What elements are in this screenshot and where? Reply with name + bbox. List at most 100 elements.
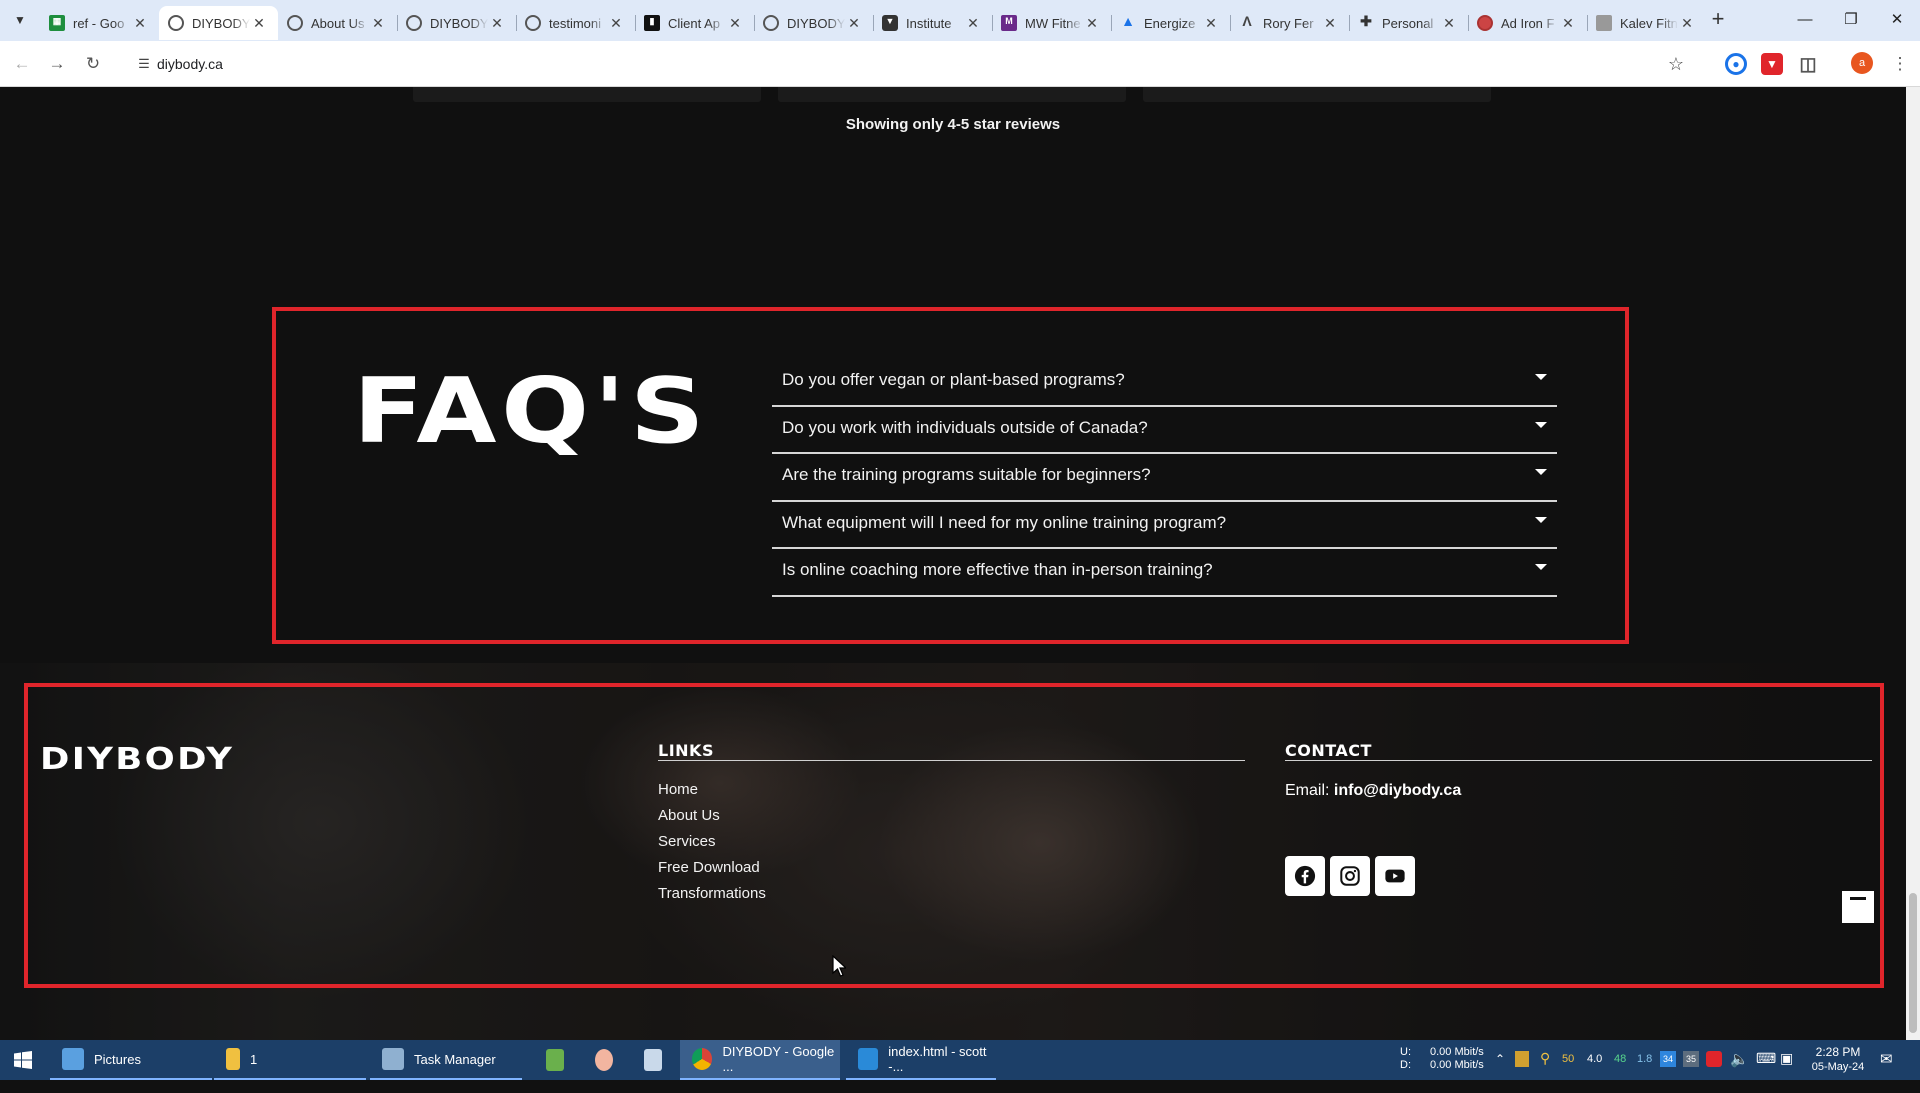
- faq-item[interactable]: What equipment will I need for my online…: [772, 502, 1557, 549]
- close-tab-icon[interactable]: ✕: [131, 14, 149, 32]
- bookmark-star-icon[interactable]: ☆: [1664, 52, 1688, 76]
- close-tab-icon[interactable]: ✕: [964, 14, 982, 32]
- tab-diybody-2[interactable]: DIYBODY ✕: [397, 6, 516, 40]
- scrollbar-thumb[interactable]: [1909, 893, 1917, 1033]
- caret-down-icon[interactable]: [1535, 469, 1547, 475]
- tab-client-app[interactable]: ▮ Client Ap ✕: [635, 6, 754, 40]
- close-tab-icon[interactable]: ✕: [1678, 14, 1696, 32]
- close-tab-icon[interactable]: ✕: [369, 14, 387, 32]
- tab-rory[interactable]: Λ Rory Fer ✕: [1230, 6, 1349, 40]
- shield-extension-icon[interactable]: ▼: [1761, 53, 1783, 75]
- tray-app-icon[interactable]: [1515, 1051, 1529, 1067]
- close-window-icon[interactable]: ✕: [1874, 0, 1920, 41]
- profile-avatar[interactable]: a: [1851, 52, 1873, 74]
- energize-icon: ▲: [1121, 13, 1135, 29]
- close-tab-icon[interactable]: ✕: [845, 14, 863, 32]
- taskbar-vscode[interactable]: index.html - scott -...: [846, 1040, 996, 1080]
- globe-icon: [168, 15, 184, 31]
- tab-mw-fitness[interactable]: M MW Fitne ✕: [992, 6, 1111, 40]
- tab-personal[interactable]: ✚ Personal ✕: [1349, 6, 1468, 40]
- close-tab-icon[interactable]: ✕: [1083, 14, 1101, 32]
- footer-logo[interactable]: DIYBODY: [40, 742, 234, 777]
- taskbar-task-manager[interactable]: Task Manager: [370, 1040, 522, 1080]
- faq-item[interactable]: Do you work with individuals outside of …: [772, 407, 1557, 454]
- caret-down-icon[interactable]: [1535, 421, 1547, 428]
- footer-link-transformations[interactable]: Transformations: [658, 881, 766, 907]
- faq-question[interactable]: Do you work with individuals outside of …: [782, 418, 1148, 438]
- footer-link-about-us[interactable]: About Us: [658, 803, 766, 829]
- tray-badge[interactable]: 35: [1683, 1051, 1699, 1067]
- taskbar-explorer[interactable]: 1: [214, 1040, 366, 1080]
- faq-item[interactable]: Do you offer vegan or plant-based progra…: [772, 359, 1557, 407]
- new-tab-button[interactable]: +: [1704, 6, 1732, 34]
- tab-about-us[interactable]: About Us ✕: [278, 6, 397, 40]
- tab-kalev[interactable]: Kalev Fitn ✕: [1587, 6, 1706, 40]
- show-hidden-icons[interactable]: ⌃: [1495, 1052, 1505, 1092]
- page-scrollbar[interactable]: [1906, 87, 1920, 1040]
- taskbar-sheets-app[interactable]: [534, 1040, 574, 1080]
- network-icon[interactable]: ▣: [1780, 1050, 1793, 1090]
- tab-ad-iron[interactable]: Ad Iron F ✕: [1468, 6, 1587, 40]
- faq-question[interactable]: Are the training programs suitable for b…: [782, 465, 1151, 485]
- tab-energize[interactable]: ▲ Energize ✕: [1111, 6, 1230, 40]
- back-icon[interactable]: ←: [8, 50, 36, 78]
- tab-ref[interactable]: ▦ ref - Goo ✕: [40, 6, 159, 40]
- facebook-icon[interactable]: [1285, 856, 1325, 896]
- caret-down-icon[interactable]: [1535, 564, 1547, 570]
- close-tab-icon[interactable]: ✕: [250, 14, 268, 32]
- tab-diybody-active[interactable]: DIYBODY ✕: [159, 6, 278, 40]
- faq-item[interactable]: Is online coaching more effective than i…: [772, 549, 1557, 597]
- spreadsheet-icon: [546, 1049, 564, 1071]
- email-address[interactable]: info@diybody.ca: [1334, 782, 1461, 799]
- tab-title: DIYBODY: [787, 15, 845, 31]
- taskbar-notepad[interactable]: [632, 1040, 672, 1080]
- taskbar-pig-app[interactable]: [583, 1040, 623, 1080]
- site-info-icon[interactable]: ☰: [134, 54, 154, 74]
- taskbar-chrome[interactable]: DIYBODY - Google ...: [680, 1040, 840, 1080]
- footer-link-home[interactable]: Home: [658, 777, 766, 803]
- instagram-icon[interactable]: [1330, 856, 1370, 896]
- extensions-puzzle-icon[interactable]: ◫: [1797, 53, 1819, 75]
- youtube-icon[interactable]: [1375, 856, 1415, 896]
- faq-question[interactable]: Do you offer vegan or plant-based progra…: [782, 370, 1125, 390]
- faq-accordion: Do you offer vegan or plant-based progra…: [772, 359, 1557, 597]
- clock[interactable]: 2:28 PM 05-May-24: [1808, 1045, 1868, 1085]
- tab-diybody-3[interactable]: DIYBODY ✕: [754, 6, 873, 40]
- restore-icon[interactable]: ❐: [1828, 0, 1874, 41]
- tab-title: DIYBODY: [192, 15, 250, 31]
- tray-badge[interactable]: 34: [1660, 1051, 1676, 1067]
- close-tab-icon[interactable]: ✕: [726, 14, 744, 32]
- keyboard-icon[interactable]: ⌨: [1756, 1050, 1776, 1090]
- back-to-top-button[interactable]: [1842, 891, 1874, 923]
- close-tab-icon[interactable]: ✕: [1440, 14, 1458, 32]
- tab-search-icon[interactable]: ▼: [8, 8, 32, 32]
- antivirus-icon[interactable]: [1706, 1051, 1722, 1067]
- footer-link-services[interactable]: Services: [658, 829, 766, 855]
- close-tab-icon[interactable]: ✕: [1559, 14, 1577, 32]
- volume-icon[interactable]: 🔈: [1730, 1050, 1749, 1090]
- tab-testimonials[interactable]: testimoni ✕: [516, 6, 635, 40]
- minimize-icon[interactable]: —: [1782, 0, 1828, 41]
- taskbar-pictures[interactable]: Pictures: [50, 1040, 212, 1080]
- faq-item[interactable]: Are the training programs suitable for b…: [772, 454, 1557, 502]
- caret-down-icon[interactable]: [1535, 374, 1547, 380]
- address-bar[interactable]: ☰ diybody.ca ☆: [124, 47, 1696, 81]
- windows-start-button[interactable]: [0, 1040, 46, 1080]
- close-tab-icon[interactable]: ✕: [607, 14, 625, 32]
- faq-question[interactable]: What equipment will I need for my online…: [782, 513, 1226, 533]
- extension-icon[interactable]: ●: [1725, 53, 1747, 75]
- close-tab-icon[interactable]: ✕: [1321, 14, 1339, 32]
- notifications-icon[interactable]: ✉: [1880, 1050, 1893, 1090]
- reload-icon[interactable]: ↻: [79, 50, 107, 78]
- menu-dots-icon[interactable]: ⋮: [1886, 50, 1914, 78]
- close-tab-icon[interactable]: ✕: [1202, 14, 1220, 32]
- tab-institute[interactable]: ▼ Institute ✕: [873, 6, 992, 40]
- tab-title: testimoni: [549, 15, 602, 31]
- forward-icon[interactable]: →: [43, 50, 71, 78]
- faq-question[interactable]: Is online coaching more effective than i…: [782, 560, 1213, 580]
- search-icon[interactable]: ⚲: [1540, 1050, 1550, 1090]
- close-tab-icon[interactable]: ✕: [488, 14, 506, 32]
- footer-link-free-download[interactable]: Free Download: [658, 855, 766, 881]
- caret-down-icon[interactable]: [1535, 516, 1547, 523]
- url-text[interactable]: diybody.ca: [157, 56, 223, 72]
